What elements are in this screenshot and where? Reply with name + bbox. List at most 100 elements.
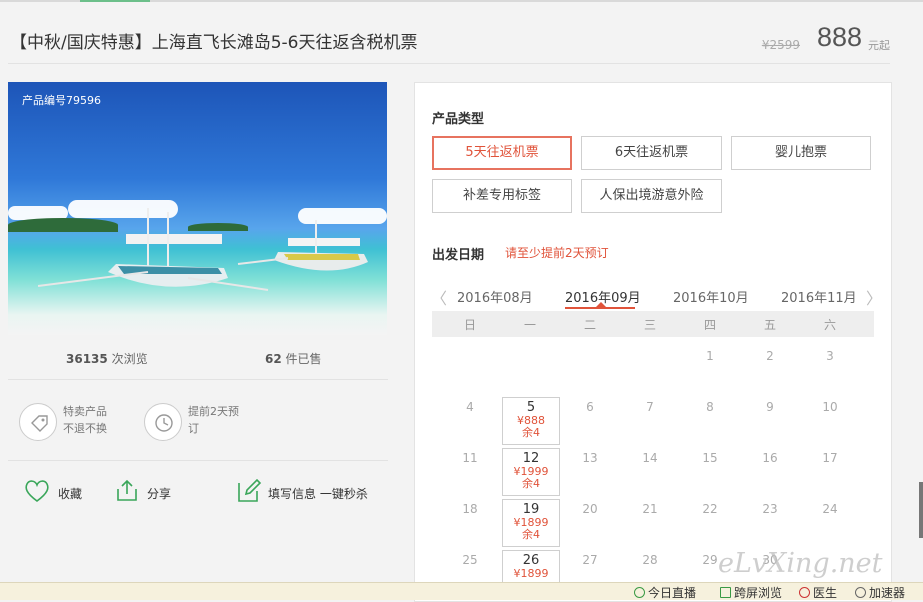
calendar-day: 11 [462, 451, 478, 465]
views-stat: 36135 次浏览 [66, 350, 148, 367]
feature-special-sale: 特卖产品 不退不换 [63, 403, 107, 437]
option-travel-insurance[interactable]: 人保出境游意外险 [581, 179, 722, 213]
split-view-label: 跨屏浏览 [734, 586, 783, 600]
feature-advance-booking: 提前2天预 订 [188, 403, 239, 437]
next-month-arrow[interactable]: 〉 [866, 285, 882, 309]
calendar-day: 20 [582, 502, 598, 516]
clock-icon [144, 403, 182, 441]
weekday: 日 [463, 318, 476, 332]
calendar-day: 23 [762, 502, 778, 516]
split-view-button[interactable]: 跨屏浏览 [720, 584, 782, 601]
calendar-day: 8 [706, 400, 714, 414]
edit-icon[interactable] [236, 478, 262, 504]
calendar-day-available[interactable]: 12 ¥1999 余4 [502, 448, 560, 496]
calendar-day: 25 [462, 553, 478, 567]
price-unit: 元起 [868, 39, 890, 52]
weekday: 四 [703, 318, 716, 332]
calendar-day: 17 [822, 451, 838, 465]
divider [8, 379, 388, 380]
day-remaining: 余4 [522, 528, 540, 541]
calendar-day: 18 [462, 502, 478, 516]
calendar-day: 6 [586, 400, 594, 414]
accelerator-label: 加速器 [869, 586, 906, 600]
calendar-day: 7 [646, 400, 654, 414]
original-price: ¥2599 [761, 38, 800, 52]
sold-count: 62 [265, 352, 282, 366]
share-icon[interactable] [115, 478, 139, 502]
booking-panel: 产品类型 5天往返机票 6天往返机票 婴儿抱票 补差专用标签 人保出境游意外险 … [414, 82, 892, 602]
weekday: 五 [763, 318, 776, 332]
weekday: 三 [643, 318, 656, 332]
month-tab[interactable]: 2016年08月 [457, 287, 533, 306]
divider [8, 460, 388, 461]
medical-icon [799, 587, 810, 598]
calendar-day: 3 [826, 349, 834, 363]
option-infant-ticket[interactable]: 婴儿抱票 [731, 136, 871, 170]
month-tab[interactable]: 2016年10月 [673, 287, 749, 306]
calendar-day: 21 [642, 502, 658, 516]
boats-illustration [38, 208, 368, 291]
sale-price: 888 [816, 22, 862, 52]
views-label: 次浏览 [111, 352, 148, 366]
day-number: 26 [522, 553, 540, 568]
product-type-label: 产品类型 [432, 112, 485, 127]
share-button[interactable]: 分享 [147, 485, 171, 502]
calendar-day: 24 [822, 502, 838, 516]
accelerator-button[interactable]: 加速器 [855, 584, 905, 601]
weekday-header: 日 一 二 三 四 五 六 [432, 311, 874, 337]
feature-line: 不退不换 [63, 422, 107, 435]
advance-booking-note: 请至少提前2天预订 [505, 246, 609, 260]
calendar-day: 9 [766, 400, 774, 414]
device-icon [720, 587, 731, 598]
product-overview: 产品编号79596 36135 次浏览 62 件已售 特卖产品 不退不换 提前2… [8, 82, 388, 502]
calendar-day: 2 [766, 349, 774, 363]
top-border [0, 0, 923, 2]
prev-month-arrow[interactable]: 〈 [431, 285, 447, 309]
watermark-logo: eLvXing.net [718, 548, 883, 579]
calendar-day: 10 [822, 400, 838, 414]
option-6day-roundtrip[interactable]: 6天往返机票 [581, 136, 722, 170]
doctor-label: 医生 [813, 586, 838, 600]
quick-fill-button[interactable]: 填写信息 一键秒杀 [268, 485, 368, 502]
day-number: 19 [522, 502, 540, 517]
selected-month-underline [565, 307, 635, 309]
option-supplement-tag[interactable]: 补差专用标签 [432, 179, 572, 213]
heart-icon[interactable] [24, 479, 50, 503]
weekday: 一 [523, 318, 536, 332]
calendar-day: 14 [642, 451, 658, 465]
sold-label: 件已售 [285, 352, 322, 366]
calendar-day: 16 [762, 451, 778, 465]
rocket-icon [855, 587, 866, 598]
calendar-day: 4 [466, 400, 474, 414]
feature-line: 提前2天预 [188, 405, 239, 418]
product-title: 【中秋/国庆特惠】上海直飞长滩岛5-6天往返含税机票 [10, 33, 418, 53]
sold-stat: 62 件已售 [265, 350, 322, 367]
doctor-button[interactable]: 医生 [799, 584, 837, 601]
product-photo[interactable]: 产品编号79596 [8, 82, 387, 335]
views-count: 36135 [66, 352, 108, 366]
browser-status-bar: 今日直播 跨屏浏览 医生 加速器 [0, 582, 923, 600]
scrollbar-thumb[interactable] [919, 482, 923, 538]
option-5day-roundtrip[interactable]: 5天往返机票 [432, 136, 572, 170]
calendar-day-available[interactable]: 19 ¥1899 余4 [502, 499, 560, 547]
calendar-day: 1 [706, 349, 714, 363]
calendar-day: 13 [582, 451, 598, 465]
favorite-button[interactable]: 收藏 [58, 485, 82, 502]
tag-icon [19, 403, 57, 441]
calendar-day: 15 [702, 451, 718, 465]
day-remaining: 余4 [522, 477, 540, 490]
play-icon [634, 587, 645, 598]
feature-line: 特卖产品 [63, 405, 107, 418]
day-number: 5 [526, 400, 536, 415]
month-tab[interactable]: 2016年11月 [781, 287, 857, 306]
feature-line: 订 [188, 422, 199, 435]
live-button[interactable]: 今日直播 [634, 584, 696, 601]
calendar-day-available[interactable]: 5 ¥888 余4 [502, 397, 560, 445]
calendar-day: 22 [702, 502, 718, 516]
departure-date-label: 出发日期 [432, 248, 485, 263]
product-id: 产品编号79596 [22, 94, 101, 107]
title-bar: 【中秋/国庆特惠】上海直飞长滩岛5-6天往返含税机票 ¥2599 888 元起 [8, 18, 890, 64]
calendar-day: 27 [582, 553, 598, 567]
day-remaining: 余4 [522, 426, 540, 439]
weekday: 六 [823, 318, 836, 332]
